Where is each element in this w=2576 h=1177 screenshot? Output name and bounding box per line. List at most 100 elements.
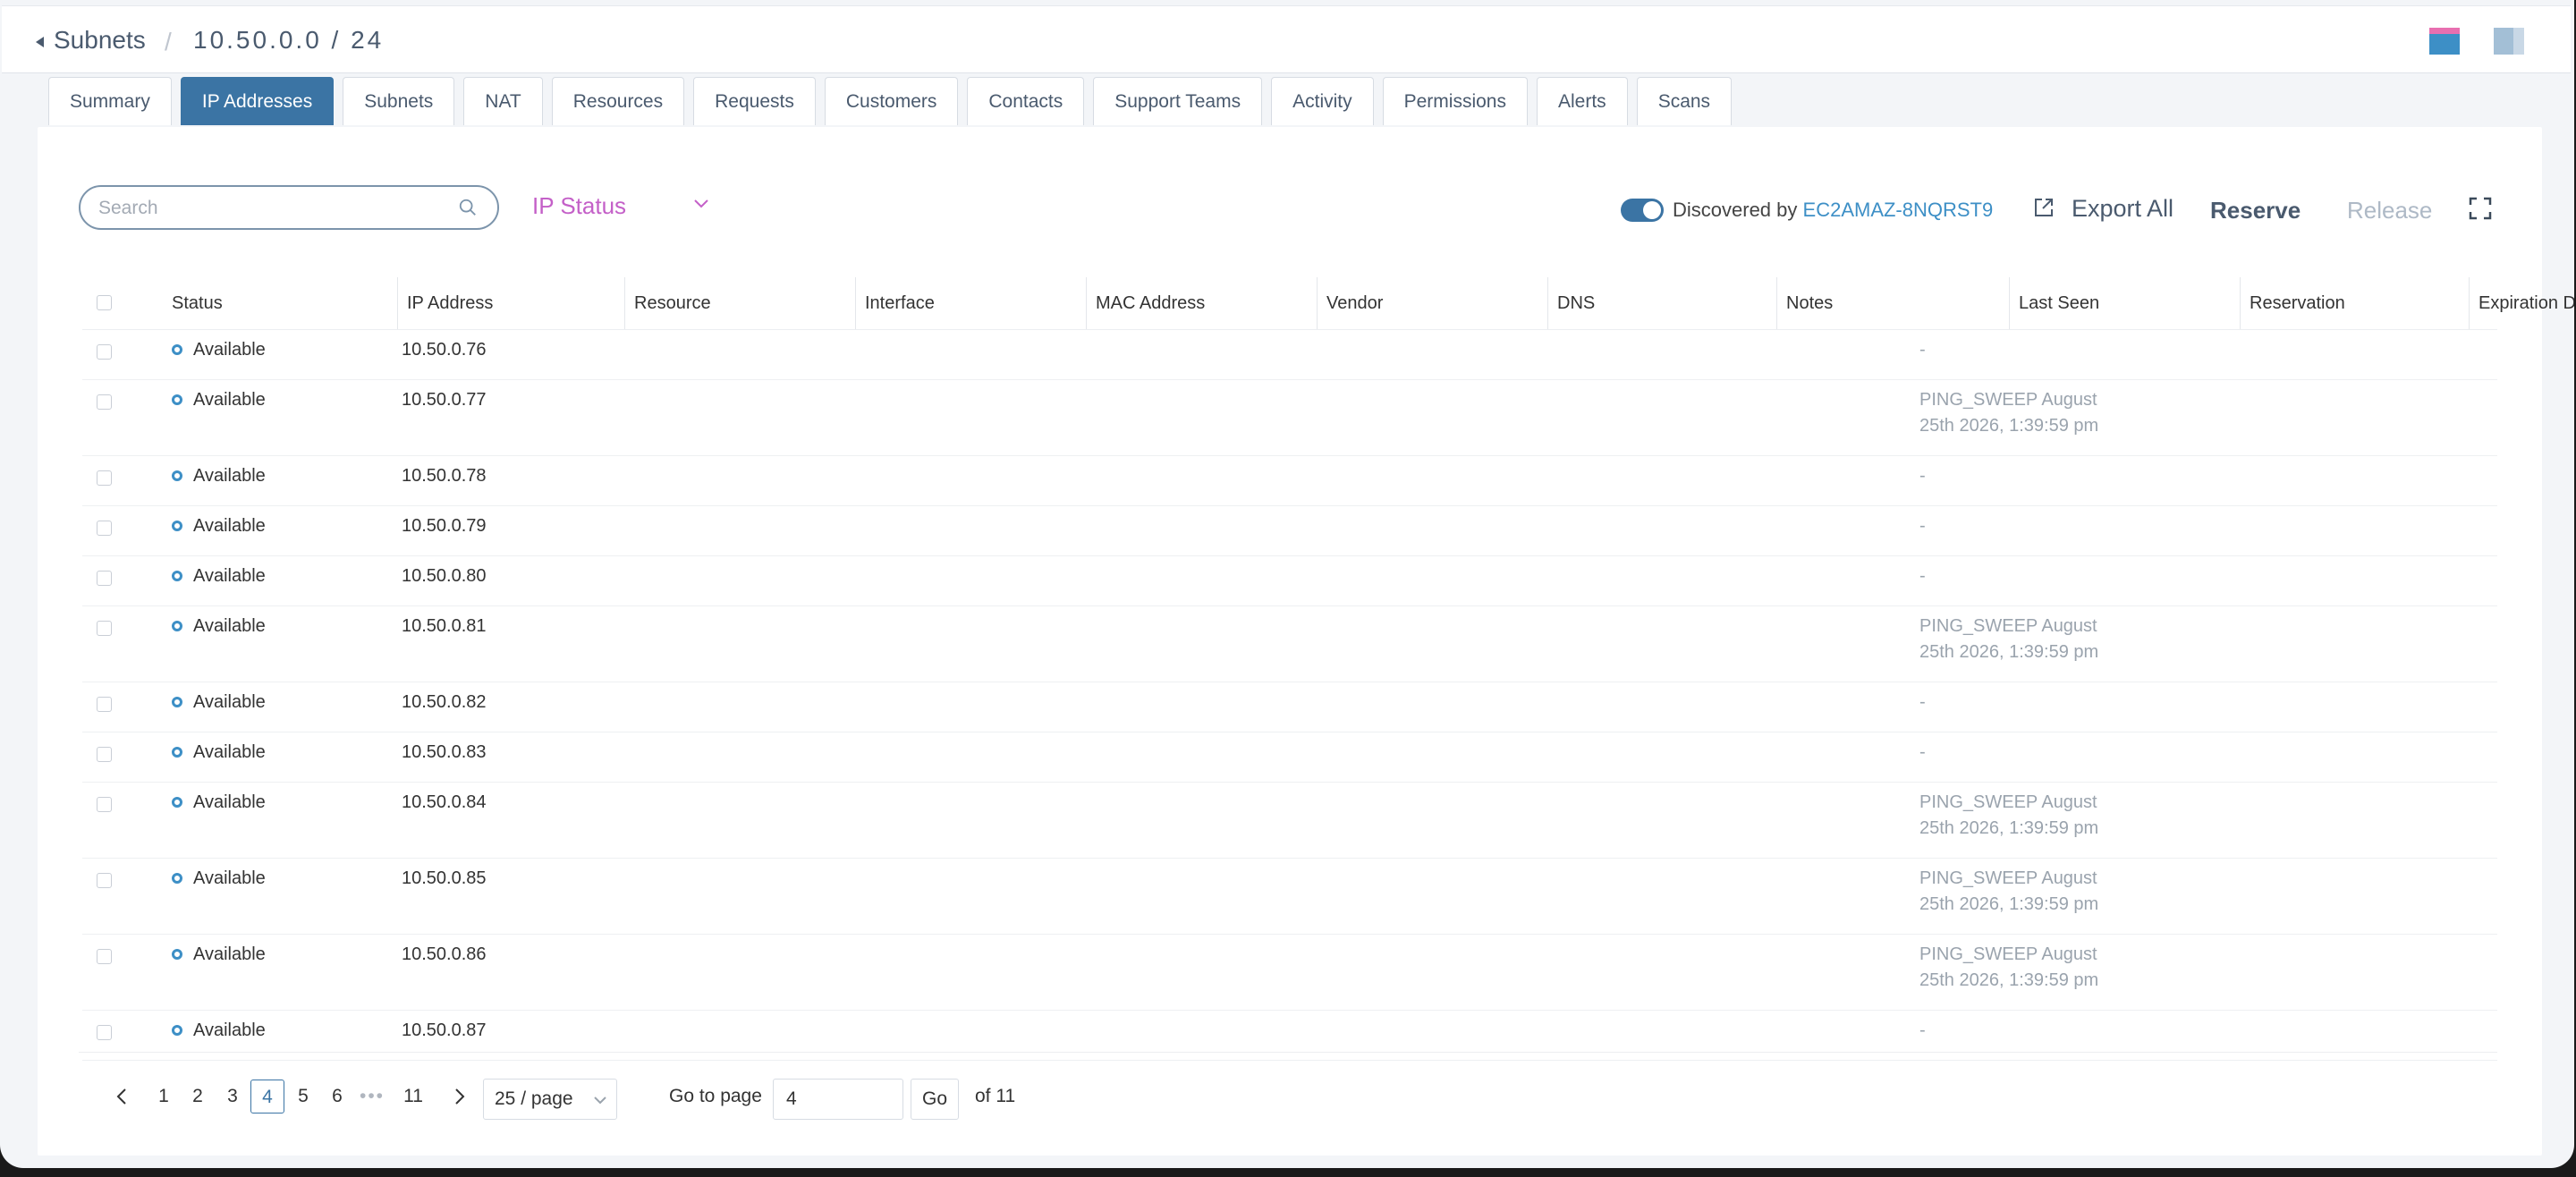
ip-address-link[interactable]: 10.50.0.85	[402, 866, 487, 892]
reserve-button[interactable]: Reserve	[2210, 195, 2301, 225]
layout-split-icon[interactable]	[2494, 28, 2524, 55]
tab-scans[interactable]: Scans	[1636, 77, 1733, 125]
last-seen-line-2: 25th 2026, 1:39:59 pm	[1919, 818, 2099, 838]
layout-stacked-icon[interactable]	[2429, 28, 2460, 55]
table-row[interactable]: Available 10.50.0.81 PING_SWEEP August 25th…	[82, 606, 2497, 682]
tab-activity[interactable]: Activity	[1271, 77, 1374, 125]
ip-address-link[interactable]: 10.50.0.81	[402, 614, 487, 639]
table-row[interactable]: Available 10.50.0.76 -	[82, 330, 2497, 380]
last-seen-line-1: -	[1919, 466, 1926, 486]
ip-address-link[interactable]: 10.50.0.82	[402, 690, 487, 716]
status-label: Available	[193, 566, 266, 586]
table-row[interactable]: Available 10.50.0.86 PING_SWEEP August 25th…	[82, 935, 2497, 1011]
tab-permissions[interactable]: Permissions	[1382, 77, 1528, 125]
next-page-icon[interactable]	[451, 1080, 469, 1113]
search-icon[interactable]	[458, 198, 478, 217]
page-2[interactable]: 2	[184, 1080, 211, 1113]
last-seen-cell: PING_SWEEP August 25th 2026, 1:39:59 pm	[1919, 614, 2134, 665]
status-label: Available	[193, 516, 266, 536]
last-seen-line-1: -	[1919, 566, 1926, 586]
ip-address-link[interactable]: 10.50.0.78	[402, 463, 487, 489]
page-size-value: 25 / page	[495, 1088, 573, 1109]
table-row[interactable]: Available 10.50.0.82 -	[82, 682, 2497, 732]
tab-contacts[interactable]: Contacts	[967, 77, 1085, 125]
chevron-down-icon	[593, 1080, 607, 1119]
row-checkbox[interactable]	[97, 697, 112, 712]
row-checkbox[interactable]	[97, 873, 112, 888]
tab-support-teams[interactable]: Support Teams	[1093, 77, 1263, 125]
ip-address-link[interactable]: 10.50.0.84	[402, 790, 487, 816]
last-seen-cell: -	[1919, 463, 2134, 489]
row-checkbox[interactable]	[97, 470, 112, 486]
ip-address-link[interactable]: 10.50.0.76	[402, 337, 487, 363]
row-checkbox[interactable]	[97, 949, 112, 964]
status-available-icon	[172, 949, 182, 960]
page-size-select[interactable]: 25 / page	[483, 1079, 617, 1120]
table-row[interactable]: Available 10.50.0.84 PING_SWEEP August 25th…	[82, 783, 2497, 859]
prev-page-icon[interactable]	[113, 1080, 131, 1113]
table-row[interactable]: Available 10.50.0.83 -	[82, 732, 2497, 783]
table-row[interactable]: Available 10.50.0.79 -	[82, 506, 2497, 556]
page-ellipsis[interactable]: •••	[354, 1080, 390, 1113]
tab-subnets[interactable]: Subnets	[343, 77, 455, 125]
ip-address-link[interactable]: 10.50.0.83	[402, 740, 487, 766]
row-checkbox[interactable]	[97, 747, 112, 762]
row-checkbox[interactable]	[97, 621, 112, 636]
select-all-checkbox[interactable]	[97, 295, 112, 310]
last-seen-cell: -	[1919, 513, 2134, 539]
page-last[interactable]: 11	[394, 1080, 433, 1113]
ip-status-filter[interactable]: IP Status	[532, 188, 720, 224]
export-all-button[interactable]: Export All	[2072, 193, 2174, 224]
export-icon[interactable]	[2032, 196, 2055, 219]
search-input[interactable]	[97, 187, 449, 230]
tab-nat[interactable]: NAT	[463, 77, 543, 125]
last-seen-line-1: -	[1919, 742, 1926, 762]
row-checkbox[interactable]	[97, 571, 112, 586]
breadcrumb-parent-link[interactable]: Subnets	[54, 26, 146, 55]
page-3[interactable]: 3	[219, 1080, 246, 1113]
tab-alerts[interactable]: Alerts	[1537, 77, 1628, 125]
go-button[interactable]: Go	[911, 1079, 959, 1120]
table-row[interactable]: Available 10.50.0.78 -	[82, 456, 2497, 506]
row-checkbox[interactable]	[97, 1025, 112, 1040]
tab-ip-addresses[interactable]: IP Addresses	[180, 77, 335, 125]
page-5[interactable]: 5	[290, 1080, 317, 1113]
column-header-mac-address: MAC Address	[1086, 277, 1317, 329]
last-seen-line-1: PING_SWEEP August	[1919, 616, 2097, 636]
status-available-icon	[172, 344, 182, 355]
page-6[interactable]: 6	[324, 1080, 351, 1113]
tab-requests[interactable]: Requests	[693, 77, 816, 125]
page-4[interactable]: 4	[250, 1080, 284, 1113]
tab-resources[interactable]: Resources	[551, 77, 685, 125]
column-header-resource: Resource	[624, 277, 855, 329]
app-window: Subnets / 10.50.0.0 / 24 Summary IP Addre…	[0, 0, 2574, 1168]
tab-summary[interactable]: Summary	[48, 77, 172, 125]
ip-address-link[interactable]: 10.50.0.77	[402, 387, 487, 413]
row-checkbox[interactable]	[97, 521, 112, 536]
page-1[interactable]: 1	[150, 1080, 177, 1113]
row-checkbox[interactable]	[97, 344, 112, 360]
goto-page-input[interactable]	[774, 1080, 902, 1119]
ip-address-link[interactable]: 10.50.0.86	[402, 942, 487, 968]
row-checkbox[interactable]	[97, 797, 112, 812]
release-button[interactable]: Release	[2347, 195, 2432, 225]
ip-address-table: Status IP Address Resource Interface MAC Add…	[82, 277, 2574, 1061]
fullscreen-icon[interactable]	[2469, 197, 2492, 220]
table-row[interactable]: Available 10.50.0.85 PING_SWEEP August 25th…	[82, 859, 2497, 935]
back-caret-icon[interactable]	[36, 37, 44, 47]
tab-customers[interactable]: Customers	[824, 77, 959, 125]
ip-address-link[interactable]: 10.50.0.80	[402, 563, 487, 589]
status-available-icon	[172, 394, 182, 405]
table-row[interactable]: Available 10.50.0.77 PING_SWEEP August 25th…	[82, 380, 2497, 456]
discovered-host-link[interactable]: EC2AMAZ-8NQRST9	[1803, 199, 1994, 221]
column-header-dns: DNS	[1547, 277, 1776, 329]
ip-address-link[interactable]: 10.50.0.87	[402, 1018, 487, 1044]
column-header-vendor: Vendor	[1317, 277, 1547, 329]
row-checkbox[interactable]	[97, 394, 112, 410]
last-seen-line-2: 25th 2026, 1:39:59 pm	[1919, 642, 2099, 662]
table-row[interactable]: Available 10.50.0.80 -	[82, 556, 2497, 606]
page-header: Subnets / 10.50.0.0 / 24	[2, 5, 2571, 73]
ip-address-link[interactable]: 10.50.0.79	[402, 513, 487, 539]
discovered-toggle[interactable]	[1621, 199, 1664, 222]
last-seen-cell: PING_SWEEP August 25th 2026, 1:39:59 pm	[1919, 387, 2134, 439]
